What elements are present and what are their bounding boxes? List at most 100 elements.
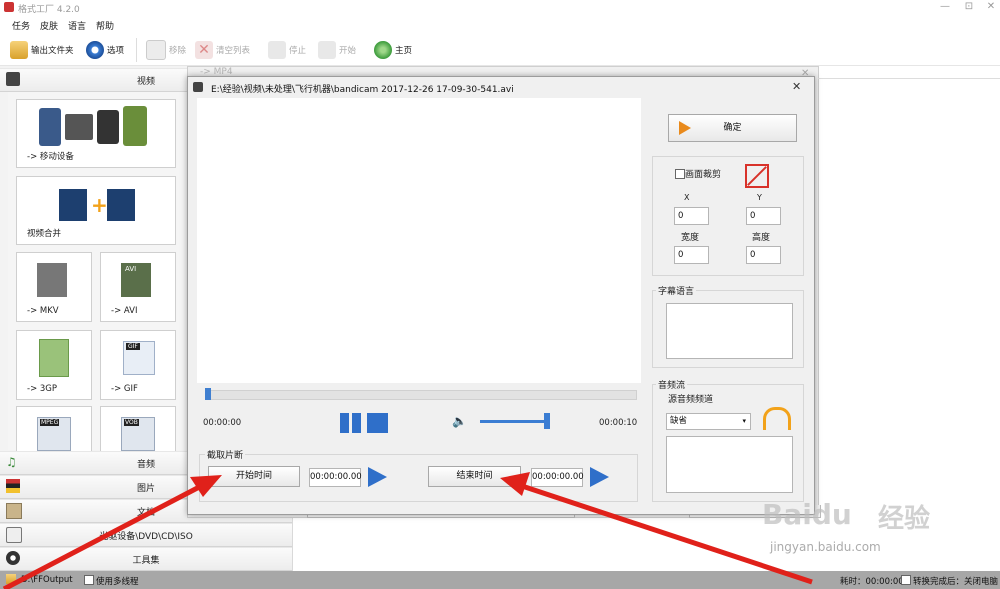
crop-label: 画面裁剪 — [685, 170, 722, 180]
background-header-strip — [818, 68, 1000, 79]
3gp-file-icon — [39, 339, 69, 377]
clear-list-button[interactable]: ✕ 清空列表 — [195, 38, 250, 62]
tile-merge-label: 视频合并 — [27, 229, 62, 239]
mpeg-file-icon: MPEG — [37, 417, 71, 451]
crop-y-field[interactable]: 0 — [746, 207, 781, 225]
crop-height-field[interactable]: 0 — [746, 246, 781, 264]
clip-group-title: 截取片断 — [205, 448, 246, 461]
volume-handle[interactable] — [544, 413, 550, 429]
mobile-devices-icon — [39, 106, 151, 146]
category-tools[interactable]: 工具集 — [0, 547, 292, 571]
menu-language[interactable]: 语言 — [68, 19, 86, 32]
crop-width-field[interactable]: 0 — [674, 246, 709, 264]
avi-file-icon: AVI — [121, 263, 151, 297]
start-time-button[interactable]: 开始时间 — [208, 466, 300, 487]
multithread-checkbox[interactable] — [84, 575, 94, 585]
category-disc[interactable]: 光驱设备\DVD\CD\ISO — [0, 523, 292, 547]
audio-group-title: 音频流 — [656, 378, 688, 391]
stop-playback-button[interactable] — [367, 413, 388, 433]
crop-icon[interactable] — [745, 164, 769, 188]
folder-icon — [10, 41, 28, 59]
audio-channel-select[interactable]: 缺省 ▾ — [666, 413, 751, 430]
start-button[interactable]: 开始 — [318, 38, 356, 62]
vob-file-icon: VOB — [121, 417, 155, 451]
gif-badge: GIF — [126, 343, 140, 350]
gif-file-icon: GIF — [123, 341, 155, 375]
category-tools-label: 工具集 — [132, 556, 160, 566]
remove-icon — [146, 40, 166, 60]
output-folder-button[interactable]: 输出文件夹 — [10, 38, 74, 62]
audio-track-list[interactable] — [666, 436, 793, 493]
start-time-field[interactable]: 00:00:00.00 — [309, 468, 362, 487]
play-from-start-button[interactable] — [368, 467, 387, 487]
volume-slider[interactable] — [480, 420, 550, 423]
dropdown-chevron-icon: ▾ — [742, 417, 746, 425]
dialog-app-icon — [193, 82, 203, 92]
headphones-icon — [763, 407, 791, 430]
stop-icon — [268, 41, 286, 59]
crop-width-label: 宽度 — [681, 233, 700, 243]
maximize-button[interactable]: ⊡ — [962, 1, 976, 13]
stop-button[interactable]: 停止 — [268, 38, 306, 62]
tile-vob[interactable]: VOB — [100, 406, 176, 453]
stop-label: 停止 — [289, 46, 307, 56]
options-button[interactable]: 选项 — [86, 38, 124, 62]
tile-merge[interactable]: + 视频合并 — [16, 176, 176, 245]
tile-3gp-label: -> 3GP — [27, 384, 58, 394]
minimize-button[interactable]: — — [938, 1, 952, 13]
confirm-label: 确定 — [723, 123, 742, 133]
dialog-file-path: E:\经验\视频\未处理\飞行机器\bandicam 2017-12-26 17… — [211, 85, 514, 95]
vob-badge: VOB — [124, 419, 139, 426]
clear-list-label: 清空列表 — [216, 46, 251, 56]
tile-mobile[interactable]: -> 移动设备 — [16, 99, 176, 168]
category-disc-label: 光驱设备\DVD\CD\ISO — [99, 532, 193, 542]
end-time-button[interactable]: 结束时间 — [428, 466, 521, 487]
tile-gif[interactable]: GIF -> GIF — [100, 330, 176, 400]
dialog-close-button[interactable]: ✕ — [792, 80, 801, 93]
volume-icon: 🔈 — [452, 414, 467, 428]
seek-bar[interactable] — [205, 390, 637, 400]
pause-button[interactable] — [340, 413, 362, 433]
tile-avi[interactable]: AVI -> AVI — [100, 252, 176, 322]
tile-3gp[interactable]: -> 3GP — [16, 330, 92, 400]
crop-checkbox[interactable] — [675, 169, 685, 179]
seek-handle[interactable] — [205, 388, 211, 400]
app-logo-icon — [4, 2, 14, 12]
home-button[interactable]: 主页 — [374, 38, 412, 62]
end-time-field[interactable]: 00:00:00.00 — [531, 468, 584, 487]
mpeg-badge: MPEG — [40, 419, 60, 426]
total-time: 00:00:10 — [599, 418, 638, 428]
tile-gif-label: -> GIF — [111, 384, 138, 394]
after-complete-checkbox[interactable] — [901, 575, 911, 585]
watermark-url: jingyan.baidu.com — [770, 540, 881, 554]
play-to-end-button[interactable] — [590, 467, 609, 487]
tile-mpeg[interactable]: MPEG — [16, 406, 92, 453]
options-gear-icon — [86, 41, 104, 59]
menu-task[interactable]: 任务 — [12, 19, 30, 32]
tile-mkv[interactable]: -> MKV — [16, 252, 92, 322]
video-merge-icon: + — [59, 189, 137, 221]
remove-button[interactable]: 移除 — [146, 38, 186, 62]
output-path[interactable]: D:\FFOutput — [21, 575, 73, 585]
menu-help[interactable]: 帮助 — [96, 19, 114, 32]
crop-height-label: 高度 — [752, 233, 771, 243]
window-title: 格式工厂 4.2.0 — [18, 5, 80, 15]
start-label: 开始 — [339, 46, 357, 56]
confirm-button[interactable]: 确定 — [668, 114, 797, 142]
crop-x-label: X — [684, 193, 690, 202]
menu-skin[interactable]: 皮肤 — [40, 19, 58, 32]
audio-channel-value: 缺省 — [670, 416, 688, 426]
video-preview — [197, 98, 641, 383]
home-label: 主页 — [395, 46, 413, 56]
subtitle-group-title: 字幕语言 — [656, 284, 697, 297]
clear-x-icon: ✕ — [195, 41, 213, 59]
start-icon — [318, 41, 336, 59]
status-folder-icon[interactable] — [6, 574, 16, 584]
crop-x-field[interactable]: 0 — [674, 207, 709, 225]
subtitle-list[interactable] — [666, 303, 793, 359]
home-globe-icon — [374, 41, 392, 59]
options-label: 选项 — [107, 46, 125, 56]
close-button[interactable]: ✕ — [984, 1, 998, 13]
watermark-cn: 经验 — [878, 504, 931, 534]
mkv-file-icon — [37, 263, 67, 297]
